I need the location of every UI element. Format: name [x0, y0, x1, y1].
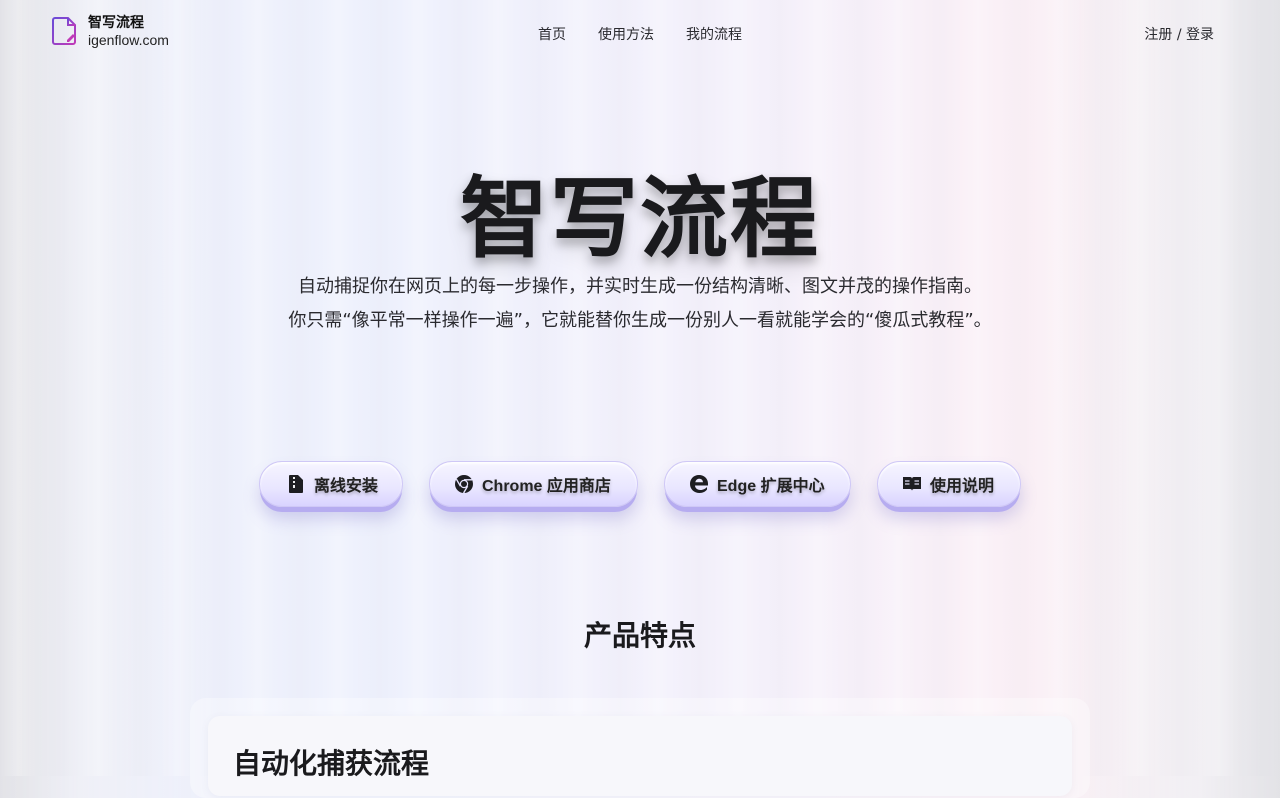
- hero-title: 智写流程: [459, 167, 820, 270]
- offline-install-button[interactable]: 离线安装: [259, 461, 403, 507]
- features-section-title: 产品特点: [583, 619, 696, 652]
- background-stripes: [0, 0, 1280, 776]
- chrome-icon: [455, 475, 473, 494]
- chrome-store-label: Chrome 应用商店: [482, 478, 611, 495]
- book-icon: [903, 477, 921, 491]
- nav-item-home[interactable]: 首页: [538, 24, 566, 44]
- download-buttons: 离线安装 Chrome 应用商店 Edge 扩展中心 使用说明: [0, 461, 1280, 507]
- nav-item-my-flows[interactable]: 我的流程: [686, 24, 742, 44]
- main-nav: 首页 使用方法 我的流程: [538, 24, 774, 44]
- hero-line-1: 自动捕捉你在网页上的每一步操作，并实时生成一份结构清晰、图文并茂的操作指南。: [298, 276, 982, 297]
- edge-store-label: Edge 扩展中心: [717, 478, 825, 495]
- feature-card: 自动化捕获流程: [208, 716, 1072, 796]
- brand-logo[interactable]: 智写流程 igenflow.com: [52, 15, 169, 49]
- user-guide-button[interactable]: 使用说明: [877, 461, 1021, 507]
- brand-name: 智写流程: [88, 15, 144, 31]
- top-header: 智写流程 igenflow.com 首页 使用方法 我的流程 注册 / 登录: [0, 0, 1280, 64]
- zip-file-icon: [289, 475, 303, 493]
- brand-domain: igenflow.com: [88, 32, 169, 48]
- offline-install-label: 离线安装: [314, 478, 379, 495]
- nav-item-usage[interactable]: 使用方法: [598, 24, 654, 44]
- edge-icon: [690, 475, 708, 493]
- edge-store-button[interactable]: Edge 扩展中心: [664, 461, 851, 507]
- hero-line-2: 你只需“像平常一样操作一遍”，它就能替你生成一份别人一看就能学会的“傻瓜式教程”…: [288, 310, 992, 331]
- chrome-store-button[interactable]: Chrome 应用商店: [429, 461, 638, 507]
- user-guide-label: 使用说明: [930, 478, 995, 495]
- hero-description: 自动捕捉你在网页上的每一步操作，并实时生成一份结构清晰、图文并茂的操作指南。 你…: [0, 270, 1280, 338]
- document-edit-icon: [52, 17, 76, 45]
- feature-card-title: 自动化捕获流程: [233, 747, 430, 780]
- login-link[interactable]: 注册 / 登录: [1144, 24, 1214, 44]
